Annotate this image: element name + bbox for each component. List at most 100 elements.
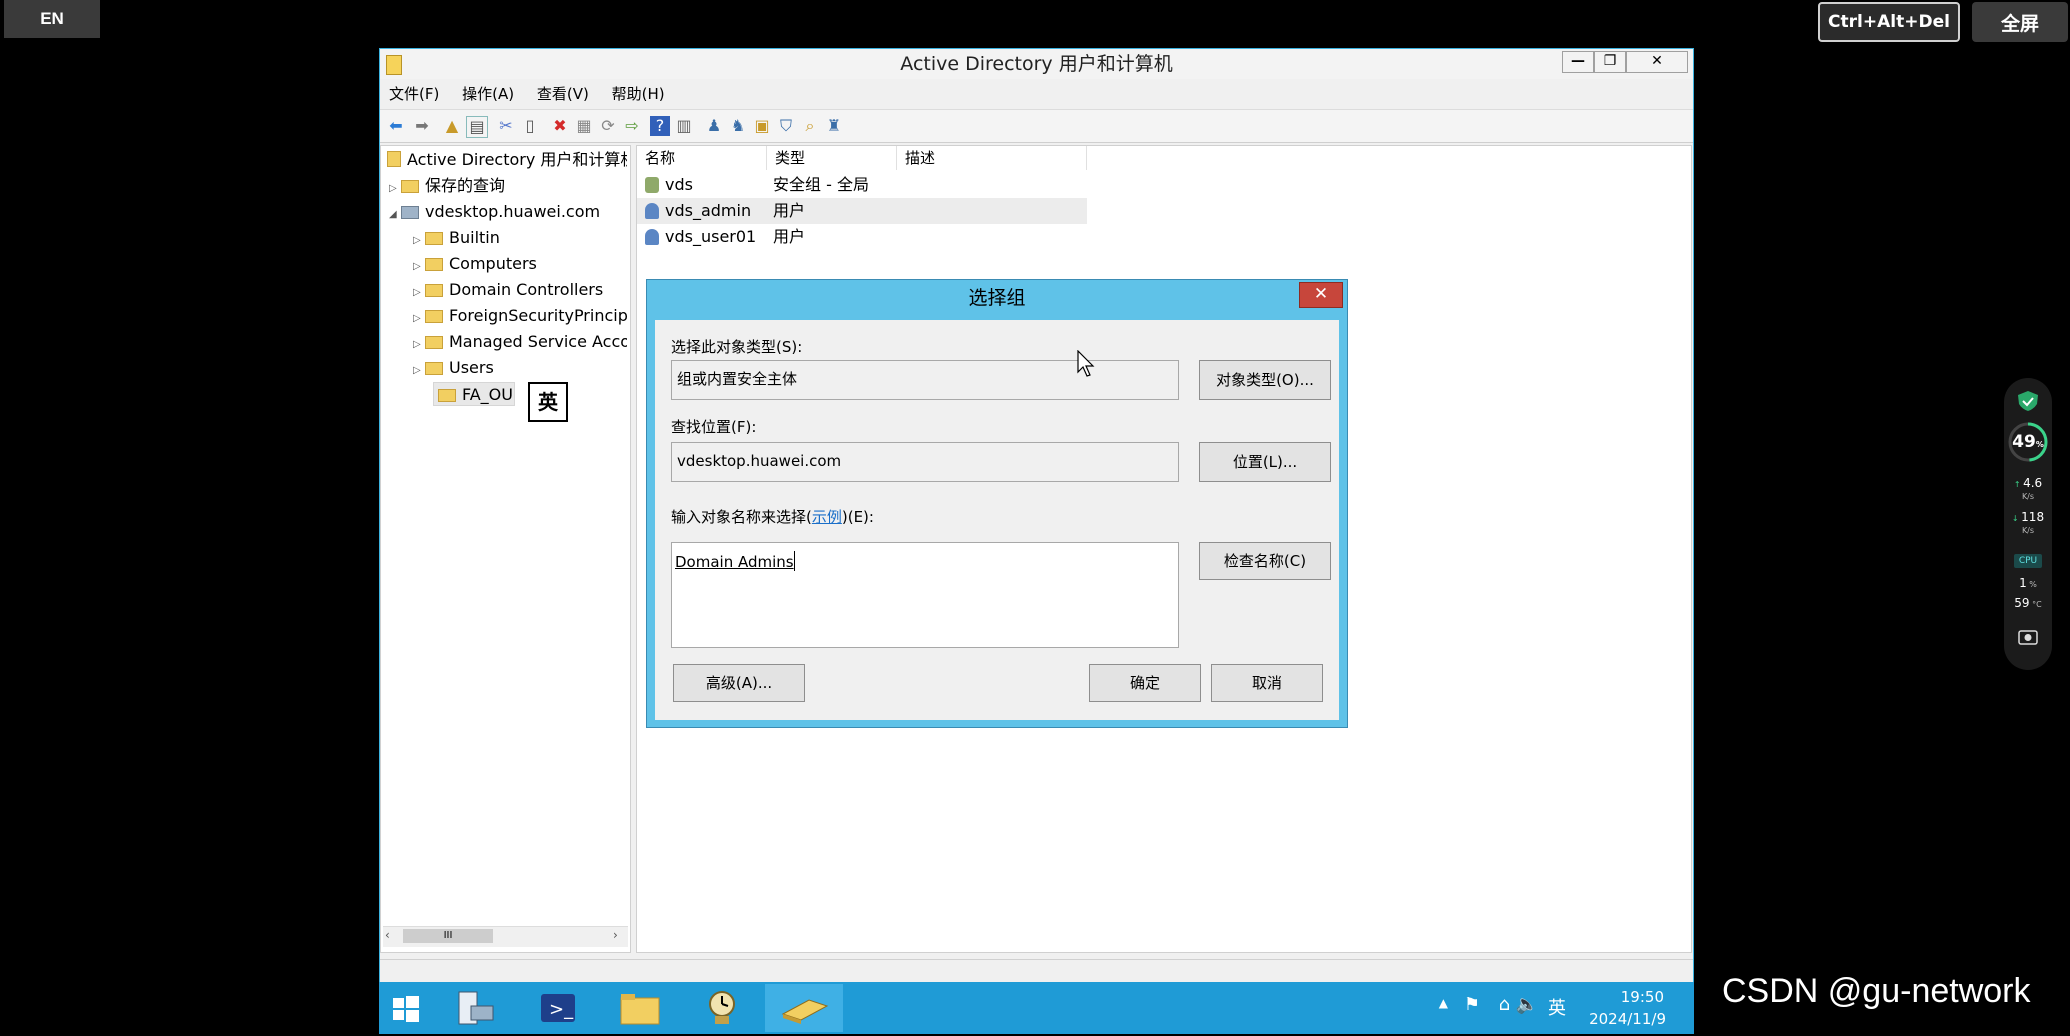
active-directory-icon	[781, 999, 829, 1024]
taskbar-powershell[interactable]: >_	[519, 984, 597, 1032]
tree-root[interactable]: Active Directory 用户和计算机	[387, 148, 627, 172]
console-icon[interactable]: ▥	[674, 116, 694, 136]
column-header-name[interactable]: 名称	[637, 146, 767, 170]
performance-widget[interactable]: 49% ↑ 4.6 K/s ↓ 118 K/s CPU 1 % 59 °C	[2004, 378, 2052, 670]
object-types-button[interactable]: 对象类型(O)...	[1199, 360, 1331, 400]
tree-item-label: Domain Controllers	[449, 280, 604, 299]
add-to-group-icon[interactable]: ♜	[824, 116, 844, 136]
tree-item-fa-ou[interactable]: FA_OU	[433, 382, 515, 406]
action-center-flag-icon[interactable]: ⚑	[1464, 994, 1480, 1015]
delete-icon[interactable]: ✖	[550, 116, 570, 136]
server-manager-icon	[458, 991, 494, 1025]
object-type-field: 组或内置安全主体	[671, 360, 1179, 400]
list-item-vds-admin[interactable]: vds_admin 用户	[637, 198, 1087, 224]
ime-indicator[interactable]: 英	[528, 382, 568, 422]
expand-icon[interactable]: ▷	[413, 229, 425, 250]
taskbar-active-directory[interactable]	[765, 984, 843, 1032]
export-list-icon[interactable]: ⇨	[622, 116, 642, 136]
new-ou-icon[interactable]: ▣	[752, 116, 772, 136]
menu-action[interactable]: 操作(A)	[453, 81, 523, 107]
minimize-button[interactable]: —	[1562, 51, 1594, 73]
ctrl-alt-del-button[interactable]: Ctrl+Alt+Del	[1818, 2, 1960, 42]
expand-icon[interactable]: ▷	[413, 333, 425, 354]
cut-icon[interactable]: ✂	[496, 116, 516, 136]
cpu-unit: %	[2029, 580, 2037, 589]
expand-icon[interactable]: ▷	[389, 177, 401, 198]
windows-icon	[393, 996, 419, 1022]
clock-app-icon	[709, 991, 735, 1024]
list-item-vds-user01[interactable]: vds_user01 用户	[637, 224, 1087, 250]
scroll-right-icon[interactable]: ›	[613, 928, 618, 942]
tree-item-domain-controllers[interactable]: ▷ Domain Controllers	[413, 278, 627, 302]
locations-button[interactable]: 位置(L)...	[1199, 442, 1331, 482]
user-icon	[645, 229, 659, 245]
column-header-description[interactable]: 描述	[897, 146, 1087, 170]
object-names-input[interactable]: Domain Admins	[671, 542, 1179, 648]
tree-item-saved-queries[interactable]: ▷ 保存的查询	[389, 174, 629, 198]
show-hidden-icons-icon[interactable]: ▲	[1439, 996, 1448, 1010]
check-names-button[interactable]: 检查名称(C)	[1199, 542, 1331, 580]
taskbar-task-scheduler[interactable]	[683, 984, 761, 1032]
speaker-muted-icon[interactable]: 🔈	[1516, 994, 1538, 1015]
menu-help[interactable]: 帮助(H)	[603, 81, 674, 107]
download-arrow-icon: ↓	[2011, 514, 2022, 523]
new-user-icon[interactable]: ♟	[704, 116, 724, 136]
tree-item-users[interactable]: ▷ Users	[413, 356, 627, 380]
copy-icon[interactable]: ▯	[520, 116, 540, 136]
clock-time[interactable]: 19:50	[1621, 988, 1664, 1006]
window-title: Active Directory 用户和计算机	[900, 53, 1173, 75]
fullscreen-button[interactable]: 全屏	[1972, 2, 2068, 42]
location-field: vdesktop.huawei.com	[671, 442, 1179, 482]
list-item-vds[interactable]: vds 安全组 - 全局	[637, 172, 1087, 198]
properties-icon[interactable]: ▦	[574, 116, 594, 136]
back-icon[interactable]: ⬅	[386, 116, 406, 136]
forward-icon[interactable]: ➡	[412, 116, 432, 136]
object-names-value: Domain Admins	[675, 553, 794, 571]
watermark: CSDN @gu-network	[1722, 972, 2031, 1010]
close-button[interactable]: ✕	[1626, 51, 1688, 73]
network-icon[interactable]: ⌂	[1499, 994, 1510, 1015]
menu-view[interactable]: 查看(V)	[528, 81, 598, 107]
start-button[interactable]	[379, 984, 433, 1032]
restore-button[interactable]: ❐	[1594, 51, 1626, 73]
up-folder-icon[interactable]: ▲	[442, 116, 462, 136]
clock-date[interactable]: 2024/11/9	[1589, 1010, 1666, 1028]
filter-icon[interactable]: ⛉	[776, 116, 796, 136]
expand-icon[interactable]: ▷	[413, 307, 425, 328]
scroll-thumb[interactable]: III	[403, 929, 493, 943]
new-group-icon[interactable]: ♞	[728, 116, 748, 136]
expand-icon[interactable]: ▷	[413, 359, 425, 380]
scroll-left-icon[interactable]: ‹	[385, 928, 390, 942]
ime-tray-indicator[interactable]: 英	[1548, 994, 1566, 1020]
dialog-close-button[interactable]: ✕	[1299, 282, 1343, 308]
status-bar	[380, 959, 1693, 982]
label-text: 输入对象名称来选择(	[671, 508, 812, 526]
ok-button[interactable]: 确定	[1089, 664, 1201, 702]
language-button[interactable]: EN	[4, 0, 100, 38]
refresh-icon[interactable]: ⟳	[598, 116, 618, 136]
tree-item-managed-service-accounts[interactable]: ▷ Managed Service Accounts	[413, 330, 627, 354]
expand-icon[interactable]: ▷	[413, 255, 425, 276]
menu-file[interactable]: 文件(F)	[380, 81, 448, 107]
score-number: 49	[2012, 432, 2036, 452]
tree-item-computers[interactable]: ▷ Computers	[413, 252, 627, 276]
taskbar-file-explorer[interactable]	[601, 984, 679, 1032]
show-console-tree-icon[interactable]: ▤	[466, 116, 488, 138]
tree-horizontal-scrollbar[interactable]: ‹ III ›	[383, 926, 628, 947]
tree-item-builtin[interactable]: ▷ Builtin	[413, 226, 627, 250]
taskbar-server-manager[interactable]	[437, 984, 515, 1032]
list-header: 名称 类型 描述	[637, 146, 1691, 170]
find-icon[interactable]: ⌕	[800, 116, 820, 136]
help-icon[interactable]: ?	[650, 116, 670, 136]
tree-item-domain[interactable]: ◢ vdesktop.huawei.com	[389, 200, 629, 224]
screenshot-camera-icon[interactable]	[2004, 626, 2052, 648]
advanced-button[interactable]: 高级(A)...	[673, 664, 805, 702]
examples-link[interactable]: 示例	[812, 508, 842, 526]
tree-item-foreign-security-principals[interactable]: ▷ ForeignSecurityPrincipals	[413, 304, 627, 328]
folder-icon	[425, 310, 443, 323]
column-header-type[interactable]: 类型	[767, 146, 897, 170]
collapse-icon[interactable]: ◢	[389, 203, 401, 224]
cancel-button[interactable]: 取消	[1211, 664, 1323, 702]
dialog-title: 选择组	[968, 287, 1026, 309]
expand-icon[interactable]: ▷	[413, 281, 425, 302]
